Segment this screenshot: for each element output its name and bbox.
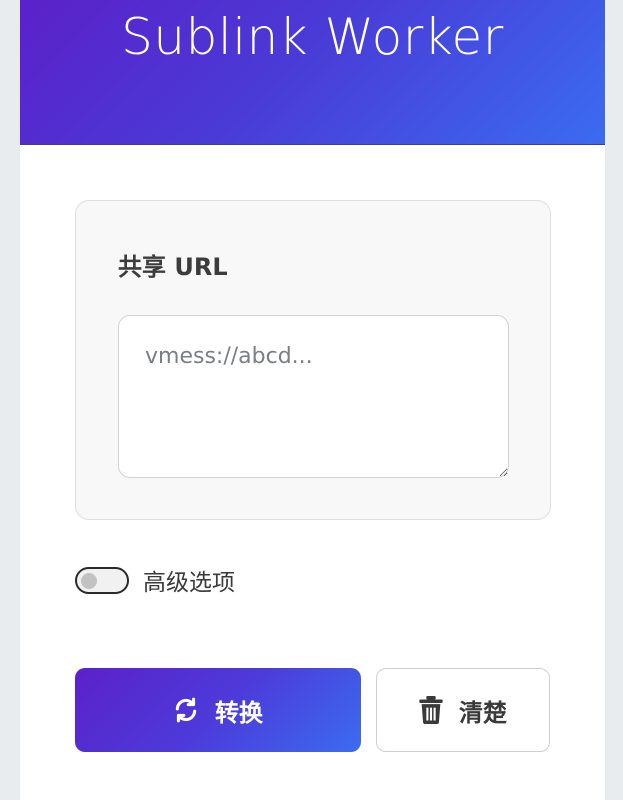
advanced-options-toggle[interactable] <box>75 566 129 594</box>
share-url-input[interactable] <box>118 315 509 478</box>
share-url-label: 共享 URL <box>118 253 228 281</box>
app-header: Sublink Worker <box>20 0 605 145</box>
convert-button[interactable]: 转换 <box>75 668 361 752</box>
advanced-options-row[interactable]: 高级选项 <box>75 563 235 597</box>
sync-icon <box>175 697 197 723</box>
toggle-knob <box>81 572 97 589</box>
convert-button-label: 转换 <box>215 698 263 727</box>
clear-button[interactable]: 清楚 <box>376 668 550 752</box>
page-container: Sublink Worker 共享 URL 高级选项 转换 清楚 <box>20 0 605 800</box>
advanced-options-label: 高级选项 <box>143 570 235 596</box>
share-url-card: 共享 URL <box>75 200 551 520</box>
trash-icon <box>419 696 443 724</box>
clear-button-label: 清楚 <box>459 698 507 727</box>
app-title: Sublink Worker <box>121 8 504 66</box>
